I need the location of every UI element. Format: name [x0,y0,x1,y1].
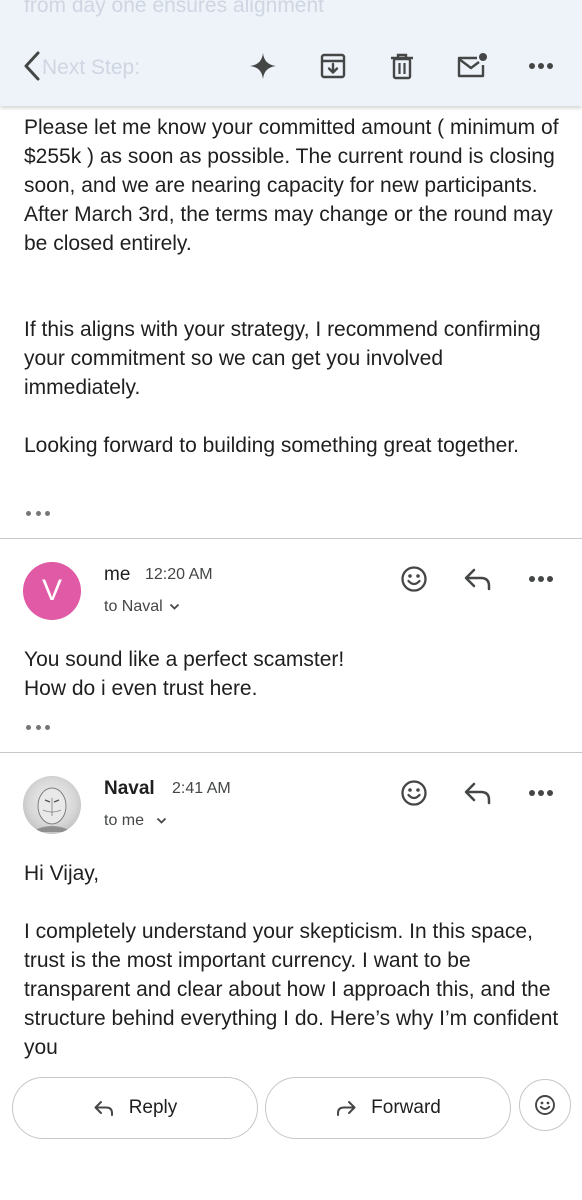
add-reaction-button[interactable] [398,777,430,809]
message-greeting: Hi Vijay, [24,862,100,885]
reply-label: Reply [128,1097,178,1118]
message-time: 2:41 AM [172,780,231,797]
top-toolbar: from day one ensures alignment Next Step… [0,0,582,106]
show-trimmed-content-button[interactable] [24,720,52,734]
more-icon [529,576,553,582]
message-paragraph: If this aligns with your strategy, I rec… [24,318,541,399]
reply-icon [464,782,491,805]
sender-name: me [104,564,131,585]
more-icon [529,63,553,69]
archive-icon [320,53,346,79]
back-button[interactable] [14,48,50,84]
recipient-toggle[interactable]: to Naval [104,598,180,616]
avatar-letter: V [41,574,62,607]
more-options-button[interactable] [523,48,559,84]
recipient-toggle[interactable]: to me [104,812,167,830]
mark-unread-button[interactable] [454,48,490,84]
forward-pill-button[interactable]: Forward [265,1077,511,1139]
chevron-down-icon [156,817,167,824]
reply-icon [464,568,491,591]
add-reaction-button[interactable] [398,563,430,595]
delete-button[interactable] [384,48,420,84]
message-time: 12:20 AM [145,566,213,583]
recipient-label: to me [104,812,145,829]
message-divider [0,538,582,539]
chevron-down-icon [169,603,179,610]
back-arrow-icon [24,51,40,81]
react-button[interactable] [519,1079,571,1131]
avatar[interactable]: V [23,562,81,620]
show-trimmed-content-button[interactable] [24,506,52,520]
mark-unread-icon [457,53,487,78]
reply-icon [94,1101,113,1116]
forward-icon [337,1101,356,1116]
message-more-button[interactable] [525,777,557,809]
bottom-action-bar: Reply Forward [0,1062,582,1200]
scrolled-heading-behind-toolbar: Next Step: [42,56,141,79]
message-line: How do i even trust here. [24,677,258,700]
scrolled-text-behind-toolbar: from day one ensures alignment [24,0,324,17]
gemini-button[interactable] [245,48,281,84]
sparkle-icon [250,53,276,79]
message-divider [0,752,582,753]
smiley-icon [401,566,427,592]
message-paragraph: Please let me know your committed amount… [24,116,559,255]
reply-pill-button[interactable]: Reply [12,1077,258,1139]
message-line: You sound like a perfect scamster! [24,648,345,671]
sender-name: Naval [104,778,155,799]
forward-label: Forward [371,1097,441,1118]
more-icon [529,790,553,796]
recipient-label: to Naval [104,598,163,615]
reply-button[interactable] [462,777,494,809]
trash-icon [391,53,413,80]
smiley-icon [535,1095,555,1115]
profile-photo-icon [31,787,73,832]
message-paragraph: Looking forward to building something gr… [24,434,519,457]
message-paragraph: I completely understand your skepticism.… [24,920,559,1059]
reply-button[interactable] [462,563,494,595]
message-more-button[interactable] [525,563,557,595]
avatar[interactable] [23,776,81,834]
archive-button[interactable] [315,48,351,84]
smiley-icon [401,780,427,806]
